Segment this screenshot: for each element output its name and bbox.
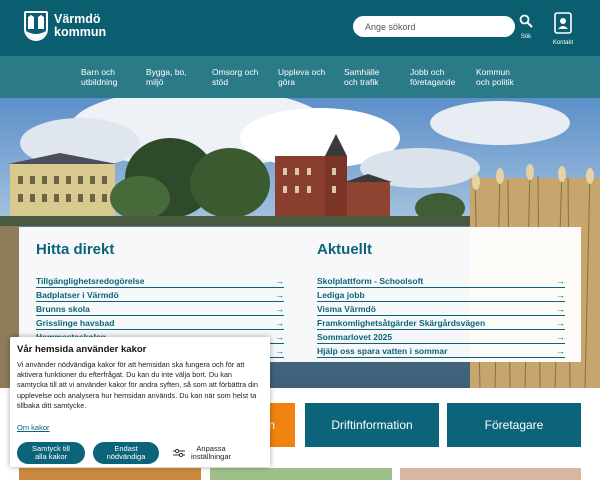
tile-foretagare[interactable]: Företagare [447, 403, 581, 447]
search-input[interactable] [353, 16, 515, 37]
nav-label: Uppleva och [278, 67, 326, 77]
contact-button-label: Kontakt [552, 40, 574, 46]
list-item[interactable]: Sommarlovet 2025 → [317, 330, 565, 344]
list-item[interactable]: Visma Värmdö → [317, 302, 565, 316]
aktuellt-list: Skolplattform - Schoolsoft → Lediga jobb →… [317, 274, 565, 358]
accept-all-button[interactable]: Samtyck till alla kakor [17, 442, 85, 464]
search-button-label: Sök [520, 34, 532, 40]
arrow-right-icon: → [556, 317, 565, 328]
search-button[interactable]: Sök [515, 14, 537, 40]
list-item[interactable]: Skolplattform - Schoolsoft → [317, 274, 565, 288]
photo-card[interactable] [210, 468, 392, 480]
nav-item-uppleva[interactable]: Uppleva och göra [278, 67, 325, 87]
link-text: Brunns skola [36, 303, 90, 314]
list-item[interactable]: Hjälp oss spara vatten i sommar → [317, 344, 565, 358]
nav-item-omsorg[interactable]: Omsorg och stöd [212, 67, 258, 87]
nav-label: miljö [146, 77, 164, 87]
arrow-right-icon: → [556, 303, 565, 314]
button-label: inställningar [191, 452, 232, 461]
cookie-text: Vi använder nödvändiga kakor för att hem… [17, 360, 258, 410]
link-text: Grisslinge havsbad [36, 317, 115, 328]
nav-label: Omsorg och [212, 67, 259, 77]
logo-line-2: kommun [54, 25, 107, 39]
list-item[interactable]: Grisslinge havsbad → [36, 316, 284, 330]
button-label: nödvändiga [106, 452, 146, 461]
arrow-right-icon: → [275, 303, 284, 314]
logo-text: Värmdö kommun [54, 13, 106, 39]
site-header: Värmdö kommun Sök Kontakt [0, 0, 600, 56]
arrow-right-icon: → [556, 275, 565, 286]
link-text: Framkomlighetsåtgärder Skärgårdsvägen [317, 317, 486, 328]
arrow-right-icon: → [556, 331, 565, 342]
tile-label: Driftinformation [331, 418, 413, 432]
nav-label: utbildning [81, 77, 118, 87]
aktuellt-title: Aktuellt [317, 241, 373, 258]
link-text: Skolplattform - Schoolsoft [317, 275, 424, 286]
nav-label: göra [278, 77, 296, 87]
customize-settings-button[interactable]: Anpassa inställningar [173, 443, 231, 463]
list-item[interactable]: Lediga jobb → [317, 288, 565, 302]
nav-label: stöd [212, 77, 229, 87]
arrow-right-icon: → [275, 345, 284, 356]
main-navigation: Barn och utbildning Bygga, bo, miljö Oms… [0, 56, 600, 98]
hitta-direkt-title: Hitta direkt [36, 241, 115, 258]
button-label: alla kakor [34, 452, 68, 461]
logo[interactable]: Värmdö kommun [24, 11, 106, 41]
arrow-right-icon: → [556, 345, 565, 356]
arrow-right-icon: → [275, 331, 284, 342]
logo-emblem-icon [24, 11, 48, 41]
nav-label: och trafik [344, 77, 379, 87]
nav-label: företagande [410, 77, 456, 87]
tile-label: Företagare [484, 418, 544, 432]
nav-item-jobb[interactable]: Jobb och företagande [410, 67, 455, 87]
list-item[interactable]: Tillgänglighetsredogörelse → [36, 274, 284, 288]
cookie-banner: Vår hemsida använder kakor Vi använder n… [10, 337, 270, 467]
arrow-right-icon: → [556, 289, 565, 300]
photo-card[interactable] [19, 468, 201, 480]
nav-label: Bygga, bo, [146, 67, 187, 77]
nav-label: Barn och [81, 67, 116, 77]
contact-card-icon [554, 12, 572, 34]
nav-label: Samhälle [344, 67, 380, 77]
link-text: Visma Värmdö [317, 303, 376, 314]
necessary-only-button[interactable]: Endast nödvändiga [93, 442, 159, 464]
arrow-right-icon: → [275, 275, 284, 286]
link-text: Sommarlovet 2025 [317, 331, 393, 342]
about-cookies-link[interactable]: Om kakor [17, 423, 50, 432]
list-item[interactable]: Brunns skola → [36, 302, 284, 316]
nav-item-bygga[interactable]: Bygga, bo, miljö [146, 67, 187, 87]
search-icon [519, 14, 533, 28]
link-text: Tillgänglighetsredogörelse [36, 275, 145, 286]
sliders-icon [173, 448, 185, 458]
link-text: Badplatser i Värmdö [36, 289, 119, 300]
link-text: Lediga jobb [317, 289, 365, 300]
nav-item-samhalle[interactable]: Samhälle och trafik [344, 67, 379, 87]
nav-item-barn[interactable]: Barn och utbildning [81, 67, 117, 87]
link-text: Hjälp oss spara vatten i sommar [317, 345, 448, 356]
arrow-right-icon: → [275, 317, 284, 328]
list-item[interactable]: Badplatser i Värmdö → [36, 288, 284, 302]
nav-item-kommun[interactable]: Kommun och politik [476, 67, 514, 87]
nav-label: Jobb och [410, 67, 445, 77]
nav-label: Kommun [476, 67, 511, 77]
contact-button[interactable]: Kontakt [551, 12, 575, 46]
tile-driftinformation[interactable]: Driftinformation [305, 403, 439, 447]
photo-card[interactable] [400, 468, 581, 480]
arrow-right-icon: → [275, 289, 284, 300]
photo-strip [0, 465, 600, 480]
cookie-title: Vår hemsida använder kakor [17, 344, 147, 355]
list-item[interactable]: Framkomlighetsåtgärder Skärgårdsvägen → [317, 316, 565, 330]
nav-label: och politik [476, 77, 514, 87]
